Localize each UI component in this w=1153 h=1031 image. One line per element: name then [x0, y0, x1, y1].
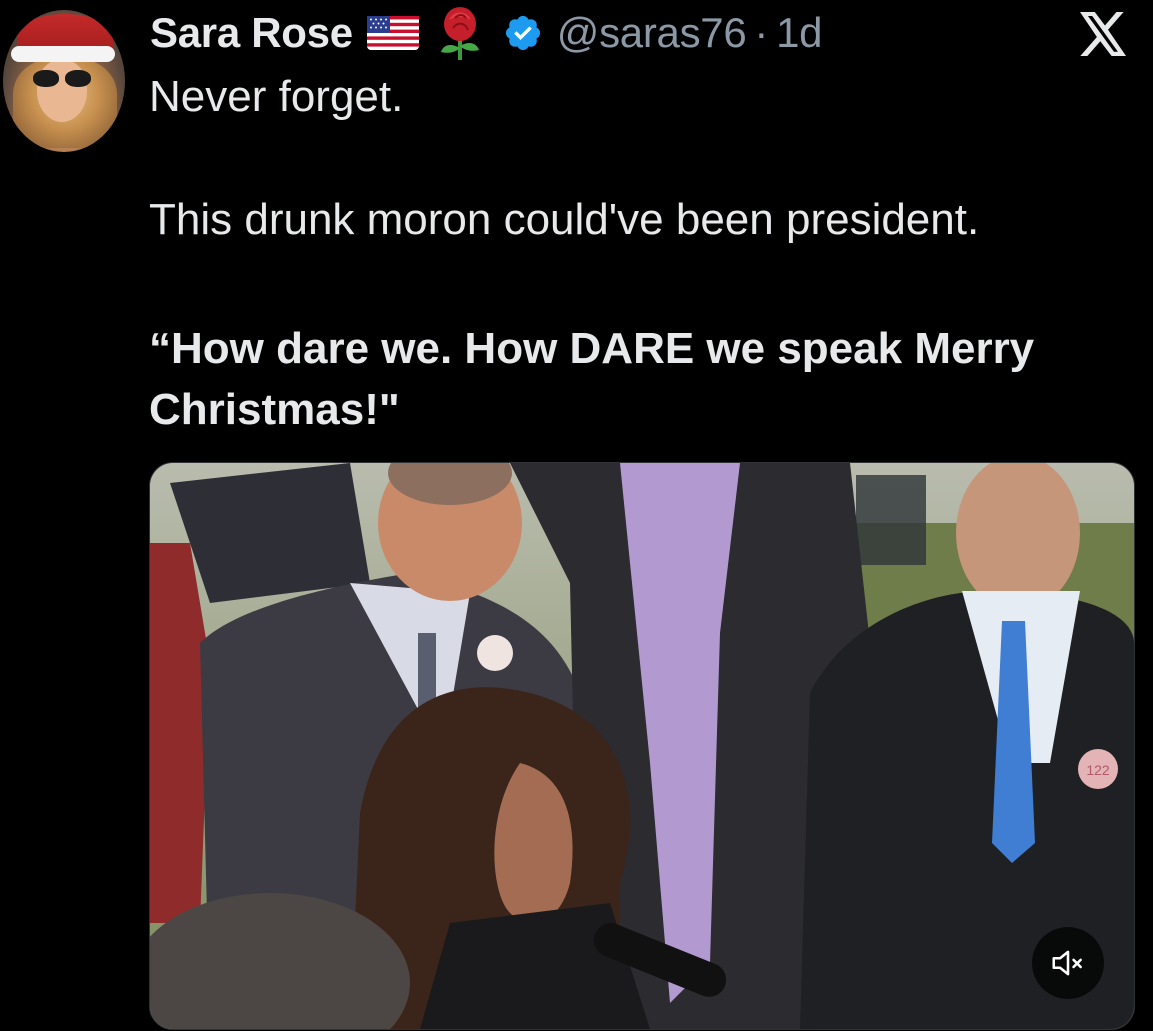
author-avatar[interactable] — [3, 10, 125, 152]
mute-toggle-button[interactable] — [1032, 927, 1104, 999]
speaker-muted-icon — [1052, 950, 1082, 976]
tweet-timestamp[interactable]: 1d — [776, 9, 822, 57]
x-logo-icon — [1080, 12, 1126, 56]
meta-separator: · — [754, 9, 769, 56]
tweet-text-line-2: This drunk moron could've been president… — [149, 195, 980, 244]
avatar-sunglasses — [33, 70, 91, 88]
tweet[interactable]: Sara Rose @saras76 · 1d Never forget. Th… — [0, 0, 1153, 1031]
author-handle[interactable]: @saras76 — [557, 9, 747, 57]
video-frame: 122 — [150, 463, 1134, 1029]
pin-badge-text: 122 — [1086, 762, 1110, 778]
rose-emoji-icon — [440, 7, 479, 60]
verified-badge-icon[interactable] — [503, 13, 543, 53]
tweet-header: Sara Rose @saras76 · 1d — [150, 7, 823, 60]
tweet-video[interactable]: 122 — [149, 462, 1135, 1030]
avatar-hat-brim — [11, 46, 115, 62]
author-name[interactable]: Sara Rose — [150, 9, 353, 57]
tweet-quote-text: “How dare we. How DARE we speak Merry Ch… — [149, 324, 1035, 434]
us-flag-emoji-icon — [366, 16, 419, 50]
tweet-text-line-1: Never forget. — [149, 72, 404, 121]
